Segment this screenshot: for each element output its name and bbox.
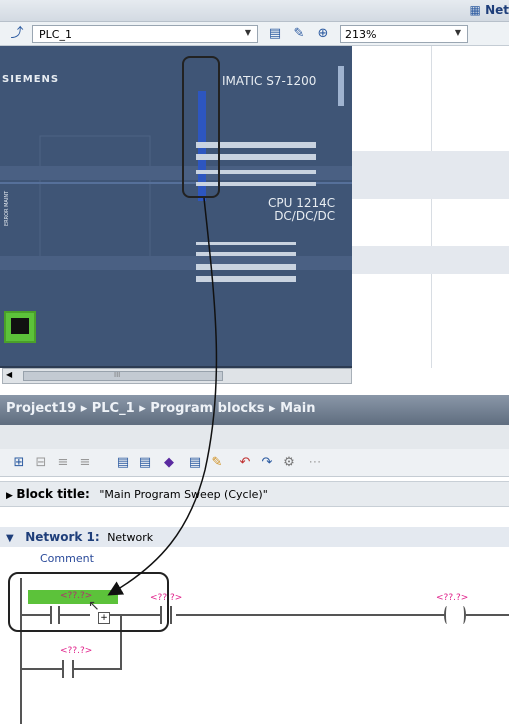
drag-arrow — [107, 197, 218, 596]
